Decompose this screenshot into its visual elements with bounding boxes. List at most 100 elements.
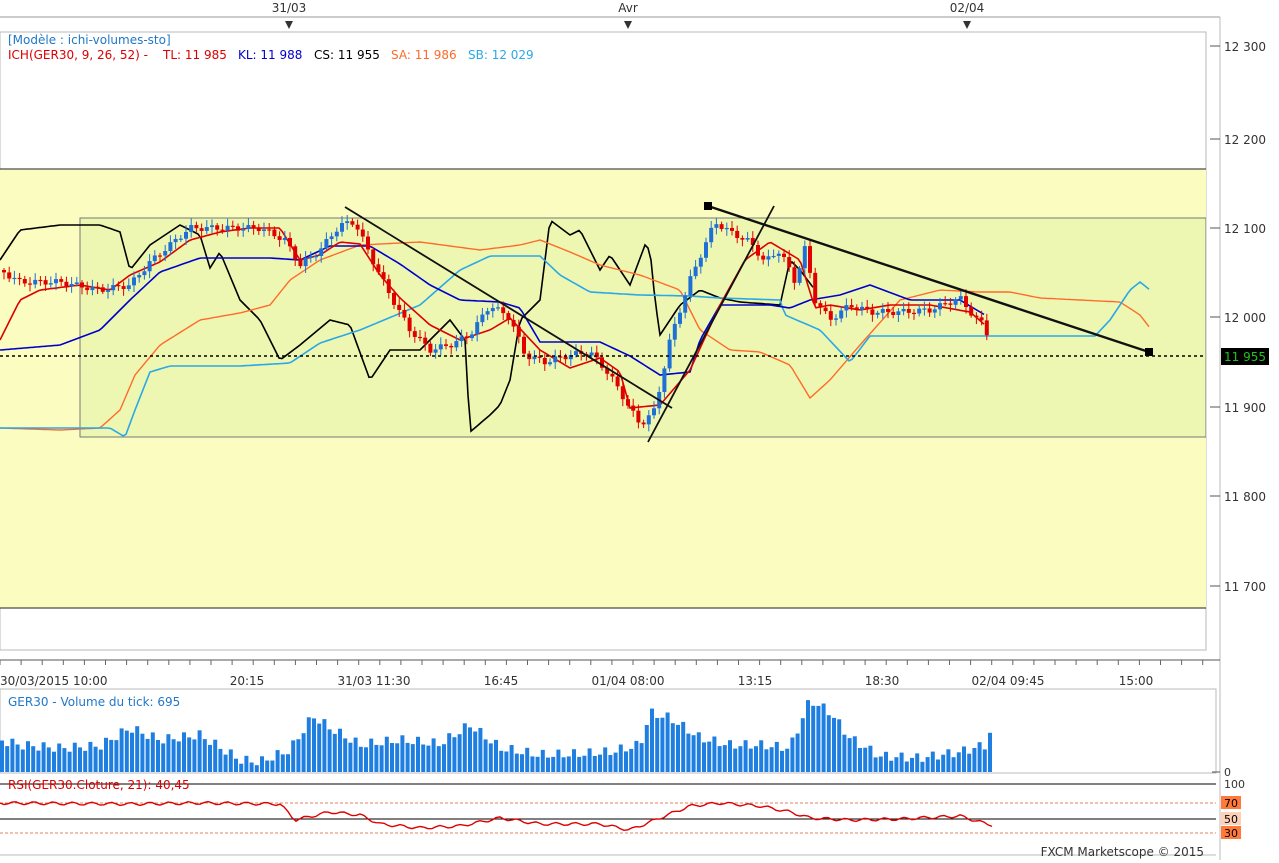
candle-body	[225, 225, 230, 231]
volume-bar	[894, 757, 899, 772]
candle-body	[652, 408, 656, 416]
volume-bar	[759, 740, 764, 772]
volume-bar	[681, 721, 686, 772]
volume-bar	[364, 747, 368, 772]
candle-body	[756, 245, 760, 256]
volume-panel[interactable]: GER30 - Volume du tick: 695 0	[0, 688, 1231, 779]
candle-body	[376, 264, 381, 273]
volume-bar	[26, 741, 30, 772]
volume-bar	[104, 737, 108, 772]
candle-body	[303, 257, 308, 267]
candle-body	[854, 307, 859, 310]
candle-body	[7, 272, 12, 279]
candle-body	[64, 281, 69, 287]
candle-body	[948, 303, 953, 305]
candle-body	[184, 231, 188, 239]
candle-body	[314, 255, 318, 258]
volume-bar	[156, 740, 160, 772]
volume-bar	[930, 751, 935, 772]
candle-body	[288, 237, 292, 247]
volume-bar	[348, 742, 353, 772]
candle-body	[704, 242, 708, 258]
candle-body	[886, 309, 890, 312]
candle-body	[48, 283, 53, 285]
volume-bar	[291, 740, 296, 772]
volume-bar	[457, 734, 462, 772]
volume-bar	[707, 741, 712, 772]
volume-bar	[150, 732, 155, 772]
volume-bar	[769, 747, 774, 772]
volume-bar	[46, 747, 51, 772]
volume-bar	[130, 732, 134, 772]
candle-body	[74, 282, 79, 284]
candle-body	[553, 356, 558, 363]
candle-body	[194, 225, 199, 229]
top-axis-31-03: 31/03	[272, 1, 306, 29]
volume-bar	[832, 717, 836, 772]
volume-bar	[551, 756, 556, 772]
volume-bar	[421, 744, 426, 772]
candle-body	[709, 227, 714, 243]
volume-bar	[655, 718, 660, 772]
volume-bar	[442, 744, 446, 772]
candle-body	[735, 230, 740, 239]
volume-bar	[592, 756, 597, 772]
volume-bar	[821, 703, 826, 772]
volume-bar	[223, 754, 228, 772]
model-label: [Modèle : ichi-volumes-sto]	[8, 33, 171, 47]
volume-bar	[452, 737, 457, 772]
chart-window: 31/03 Avr 02/04 12 300 12 200 12 100 12 …	[0, 0, 1279, 860]
candle-body	[761, 255, 766, 260]
candle-body	[979, 317, 984, 321]
rsi-panel[interactable]: RSI(GER30.Cloture, 21): 40,45 100 70 50 …	[0, 775, 1245, 856]
candle-body	[984, 320, 989, 336]
candle-body	[324, 239, 329, 249]
volume-bar	[702, 742, 706, 772]
candle-body	[496, 307, 500, 309]
volume-bar	[863, 747, 868, 772]
candle-body	[475, 322, 480, 335]
volume-bar	[488, 743, 493, 772]
volume-bar	[904, 761, 909, 772]
volume-bar	[98, 749, 103, 772]
candle-body	[308, 256, 313, 258]
candlestick-chart[interactable]: 31/03 Avr 02/04 12 300 12 200 12 100 12 …	[0, 0, 1279, 860]
candle-body	[319, 248, 324, 256]
volume-bar	[228, 749, 233, 772]
volume-bar	[754, 746, 758, 772]
candle-body	[927, 308, 932, 313]
volume-bar	[36, 750, 41, 772]
price-tick: 12 200	[1210, 133, 1266, 147]
rsi-level-70: 70	[1224, 797, 1238, 810]
volume-bar	[806, 700, 810, 772]
time-label: 18:30	[865, 674, 900, 688]
volume-bar	[639, 743, 644, 772]
volume-bar	[296, 739, 301, 772]
candle-body	[662, 368, 667, 393]
volume-bar	[910, 757, 914, 772]
candle-body	[823, 307, 828, 312]
volume-bar	[962, 746, 966, 772]
candle-body	[818, 303, 823, 308]
volume-bar	[140, 733, 145, 772]
volume-bar	[0, 740, 4, 772]
candle-body	[80, 282, 84, 288]
candle-body	[766, 256, 771, 260]
time-label: 15:00	[1119, 674, 1154, 688]
volume-bar	[520, 754, 524, 772]
volume-bar	[915, 753, 920, 772]
candle-body	[532, 356, 537, 360]
volume-bar	[748, 748, 753, 772]
candle-body	[646, 415, 651, 425]
volume-bar	[41, 742, 46, 772]
candle-body	[480, 314, 485, 323]
price-axis: 12 300 12 200 12 100 12 000 11 900 11 80…	[1210, 40, 1266, 594]
volume-bar	[795, 733, 800, 772]
volume-bar	[20, 749, 25, 772]
candle-body	[792, 267, 797, 283]
candle-body	[433, 349, 438, 353]
volume-title: GER30 - Volume du tick: 695	[8, 695, 180, 709]
candle-body	[90, 286, 95, 291]
candle-body	[896, 311, 901, 315]
volume-bar	[712, 736, 717, 772]
